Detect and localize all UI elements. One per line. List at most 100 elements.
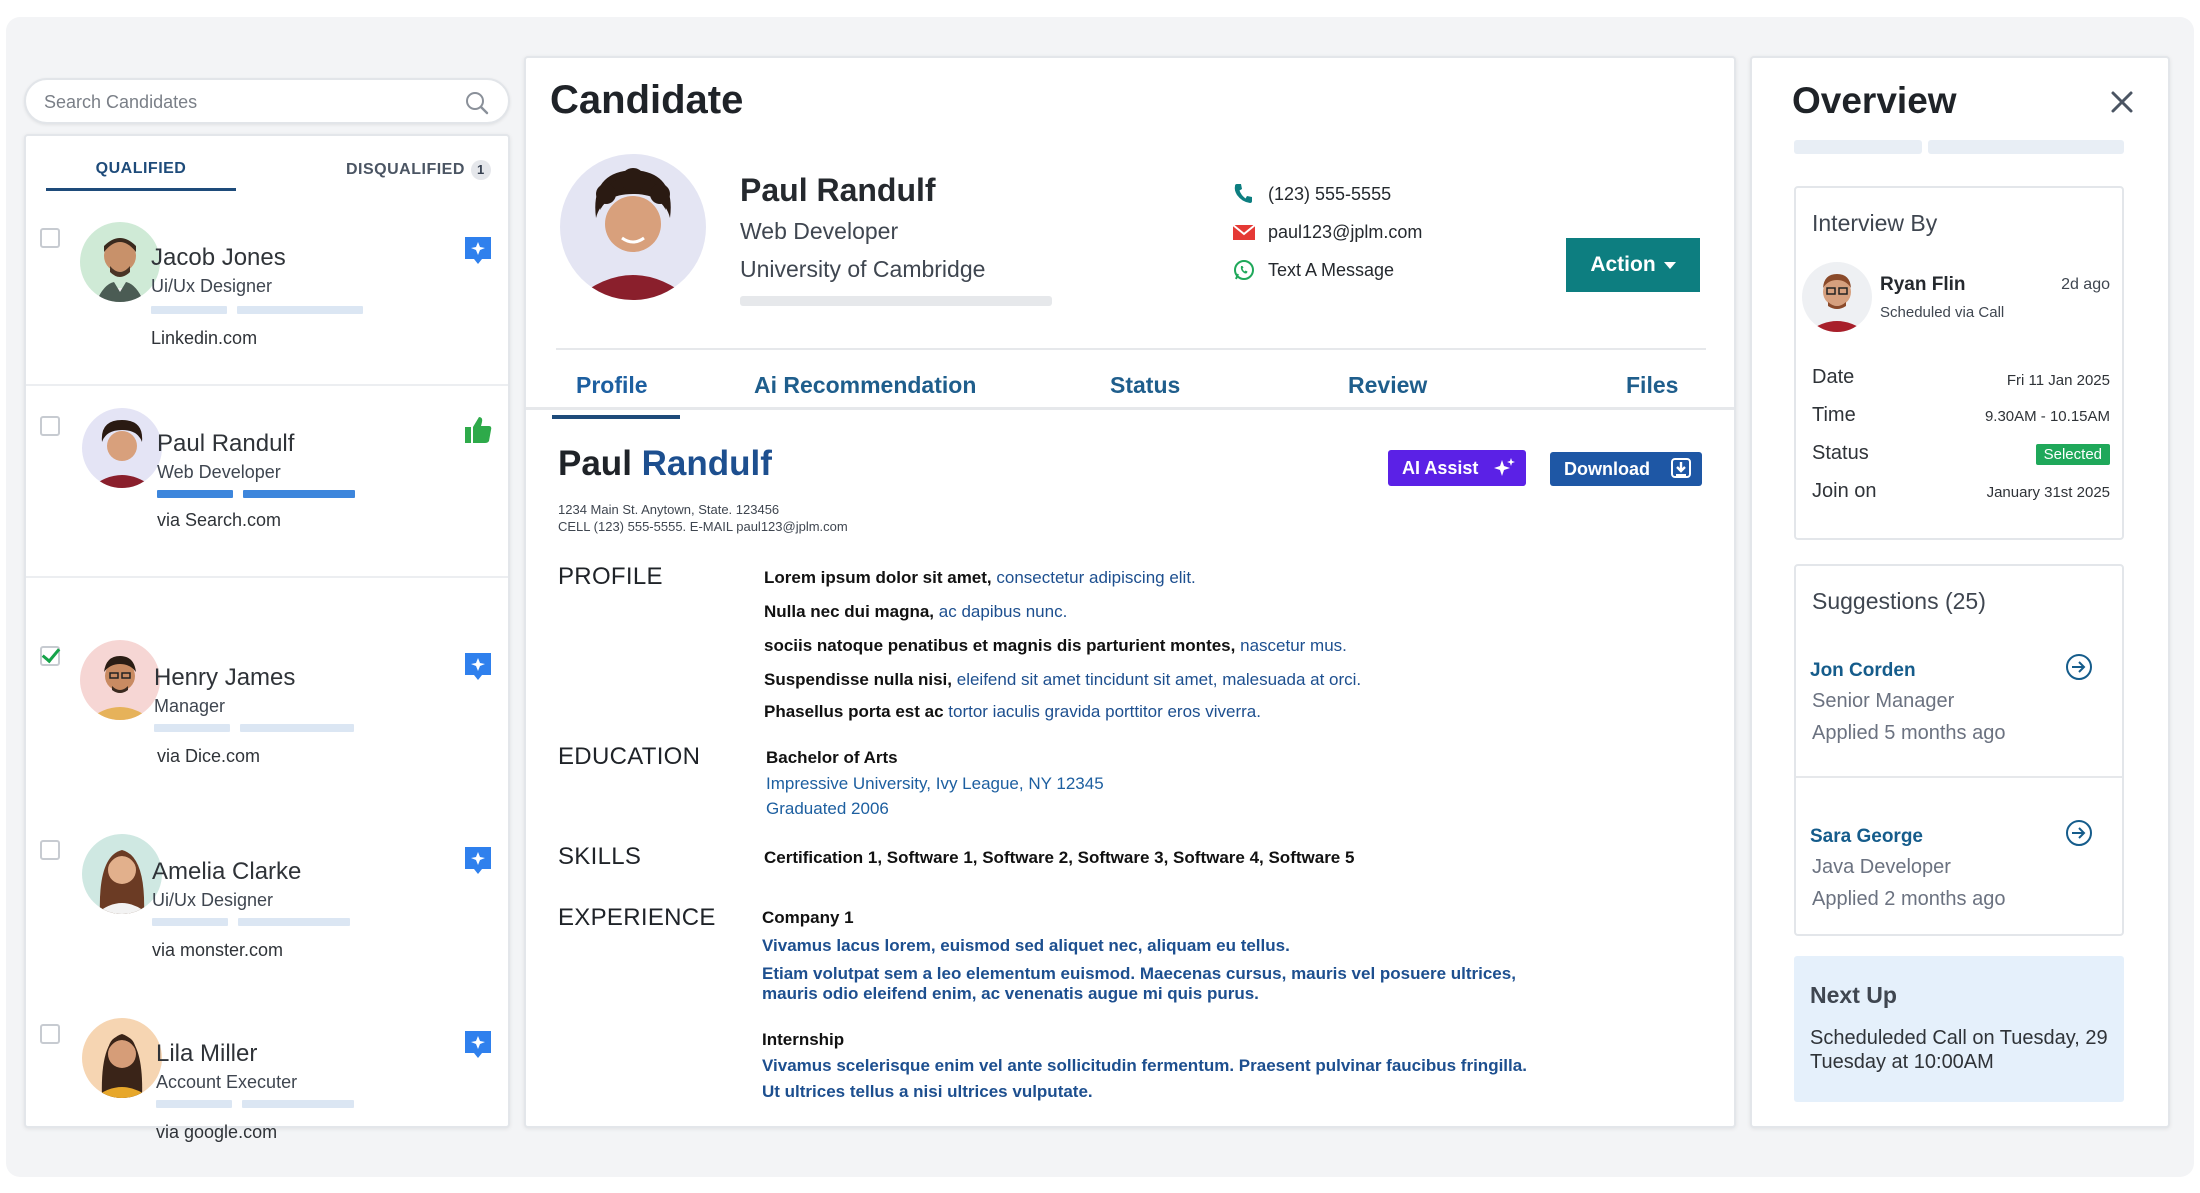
avatar — [82, 408, 162, 488]
avatar — [82, 1018, 162, 1098]
ai-chat-icon[interactable] — [462, 650, 494, 682]
text-message-label: Text A Message — [1268, 260, 1395, 280]
interview-heading: Interview By — [1812, 210, 1938, 236]
date-label: Date — [1812, 366, 1855, 388]
ai-chat-icon[interactable] — [462, 844, 494, 876]
search-icon[interactable] — [464, 90, 490, 116]
download-button[interactable]: Download — [1550, 452, 1702, 486]
placeholder-bar — [740, 296, 1052, 306]
candidate-name[interactable]: Paul Randulf — [157, 430, 294, 458]
action-button-label: Action — [1590, 253, 1656, 276]
row-checkbox[interactable] — [40, 416, 60, 436]
open-profile-icon[interactable] — [2064, 652, 2094, 682]
row-checkbox-checked[interactable] — [40, 646, 60, 666]
candidate-role: Manager — [154, 696, 226, 716]
profile-line-rest: ac dapibus nunc. — [938, 602, 1068, 621]
suggestion-name[interactable]: Sara George — [1810, 826, 1923, 848]
profile-line-bold: Suspendisse nulla nisi, — [764, 670, 952, 689]
interview-card: Interview By Ryan Flin Scheduled via Cal… — [1794, 186, 2124, 540]
avatar — [1802, 262, 1872, 332]
interview-method: Scheduled via Call — [1880, 304, 2005, 321]
next-up-heading: Next Up — [1810, 982, 1897, 1008]
next-up-text: Scheduleded Call on Tuesday, 29 Tuesday … — [1810, 1027, 2108, 1073]
candidate-source: Linkedin.com — [151, 328, 258, 348]
tab-disqualified-label: DISQUALIFIED — [346, 161, 465, 178]
ai-chat-icon[interactable] — [462, 1028, 494, 1060]
email-address: paul123@jplm.com — [1268, 222, 1423, 242]
suggestions-card: Suggestions (25) Jon Corden Senior Manag… — [1794, 564, 2124, 936]
mail-icon — [1232, 224, 1256, 240]
candidate-avatar — [560, 154, 706, 300]
search-input[interactable] — [44, 90, 444, 114]
skills-list: Certification 1, Software 1, Software 2,… — [764, 848, 1355, 867]
list-item[interactable]: Amelia Clarke Ui/Ux Designer via monster… — [26, 772, 508, 964]
tab-ai-recommendation[interactable]: Ai Recommendation — [754, 372, 976, 399]
row-checkbox[interactable] — [40, 1024, 60, 1044]
join-label: Join on — [1812, 480, 1877, 502]
phone-icon — [1234, 184, 1252, 203]
chevron-down-icon — [1663, 261, 1676, 269]
action-button[interactable]: Action — [1566, 238, 1700, 292]
list-item[interactable]: Jacob Jones Ui/Ux Designer Linkedin.com — [26, 196, 508, 386]
profile-line-rest: nascetur mus. — [1240, 636, 1347, 655]
profile-line: Nulla nec dui magna, ac dapibus nunc. — [764, 602, 1067, 622]
experience-line: Ut ultrices tellus a nisi ultrices vulpu… — [762, 1082, 1093, 1101]
suggestion-name[interactable]: Jon Corden — [1810, 660, 1916, 682]
resume-contact-line: CELL (123) 555-5555. E-MAIL paul123@jplm… — [558, 519, 848, 534]
candidate-source: via Search.com — [157, 510, 282, 530]
tab-files[interactable]: Files — [1626, 372, 1678, 399]
candidate-source: via monster.com — [152, 940, 284, 960]
candidate-name[interactable]: Jacob Jones — [151, 244, 286, 272]
candidate-role: Ui/Ux Designer — [151, 276, 273, 296]
candidate-name[interactable]: Amelia Clarke — [152, 858, 301, 886]
resume-last-name: Randulf — [641, 444, 772, 483]
row-checkbox[interactable] — [40, 228, 60, 248]
avatar — [80, 640, 160, 720]
tab-review[interactable]: Review — [1348, 372, 1427, 399]
list-item[interactable]: Lila Miller Account Executer via google.… — [26, 964, 508, 1142]
education-degree: Bachelor of Arts — [766, 748, 898, 767]
experience-internship: Internship — [762, 1030, 845, 1049]
profile-line-rest: consectetur adipiscing elit. — [996, 568, 1196, 587]
profile-line-bold: Nulla nec dui magna, — [764, 602, 935, 621]
candidate-name[interactable]: Henry James — [154, 664, 295, 692]
experience-company: Company 1 — [762, 908, 854, 927]
tab-disqualified[interactable]: DISQUALIFIED 1 — [346, 160, 491, 180]
experience-line: Vivamus lacus lorem, euismod sed aliquet… — [762, 936, 1290, 955]
profile-line-rest: tortor iaculis gravida porttitor eros vi… — [948, 702, 1261, 721]
candidate-school: University of Cambridge — [740, 256, 986, 282]
list-item[interactable]: Henry James Manager via Dice.com — [26, 578, 508, 772]
tab-status[interactable]: Status — [1110, 372, 1180, 399]
interviewer-name[interactable]: Ryan Flin — [1880, 274, 1966, 296]
candidate-list-panel: QUALIFIED DISQUALIFIED 1 Jacob Jones Ui/U… — [24, 134, 510, 1142]
section-skills-heading: SKILLS — [558, 843, 642, 870]
list-tabs: QUALIFIED DISQUALIFIED 1 — [26, 136, 508, 196]
candidate-name[interactable]: Lila Miller — [156, 1040, 257, 1068]
list-item[interactable]: Paul Randulf Web Developer via Search.co… — [26, 386, 508, 578]
overview-title: Overview — [1792, 80, 1957, 121]
page-title: Candidate — [550, 78, 744, 122]
profile-line-rest: eleifend sit amet tincidunt sit amet, ma… — [956, 670, 1362, 689]
ai-chat-icon[interactable] — [462, 234, 494, 266]
disqualified-count-badge: 1 — [470, 160, 491, 180]
tab-profile[interactable]: Profile — [576, 372, 648, 399]
overview-panel: Overview Interview By Ryan Flin Schedule… — [1750, 56, 2170, 1128]
suggestion-applied: Applied 2 months ago — [1812, 888, 2006, 910]
row-checkbox[interactable] — [40, 840, 60, 860]
placeholder-bar — [1794, 140, 1922, 154]
ai-assist-label: AI Assist — [1402, 458, 1479, 478]
search-box[interactable] — [24, 78, 510, 124]
download-label: Download — [1564, 459, 1650, 479]
thumbs-up-icon[interactable] — [462, 414, 494, 446]
education-school: Impressive University, Ivy League, NY 12… — [766, 774, 1104, 793]
active-tab-indicator — [552, 415, 680, 419]
time-value: 9.30AM - 10.15AM — [1984, 408, 2110, 425]
suggestion-role: Java Developer — [1812, 856, 1951, 878]
section-experience-heading: EXPERIENCE — [558, 904, 716, 931]
ai-assist-button[interactable]: AI Assist — [1388, 450, 1526, 486]
close-icon[interactable] — [2108, 88, 2136, 116]
open-profile-icon[interactable] — [2064, 818, 2094, 848]
tab-qualified[interactable]: QUALIFIED — [46, 160, 236, 191]
candidate-role: Ui/Ux Designer — [152, 890, 274, 910]
status-badge: Selected — [2035, 444, 2110, 465]
